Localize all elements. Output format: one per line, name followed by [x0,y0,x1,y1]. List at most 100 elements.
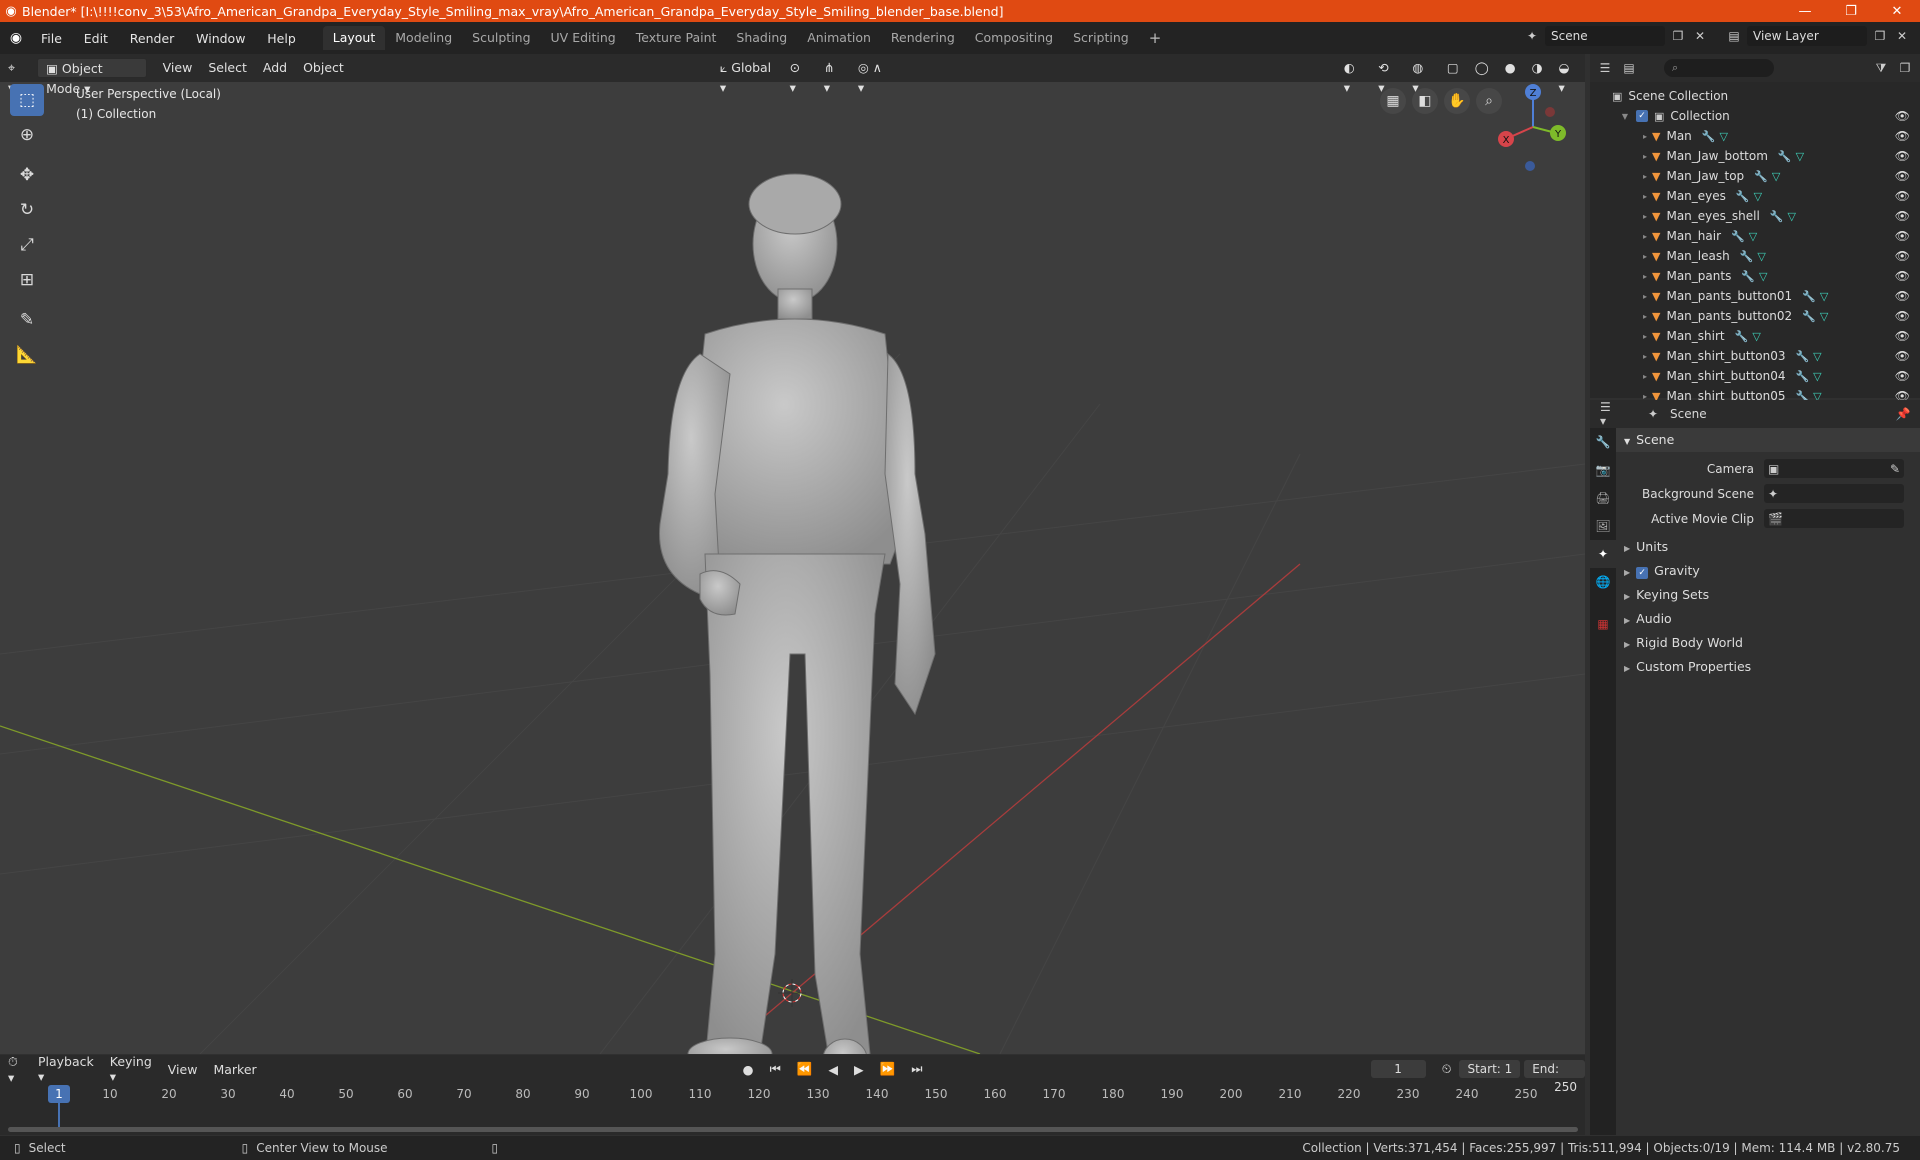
expand-icon[interactable]: ▸ [1638,172,1652,181]
outliner-scene-collection[interactable]: ▣ Scene Collection [1590,86,1920,106]
shading-wireframe-icon[interactable]: ◯ [1467,58,1497,78]
shading-solid-icon[interactable]: ● [1497,58,1524,78]
display-mode-icon[interactable]: ▤ [1620,59,1638,77]
background-scene-field[interactable]: ✦ [1764,484,1904,503]
proportional-edit-icon[interactable]: ◎ ∧ ▾ [850,58,896,95]
outliner-item[interactable]: ▸ ▼ Man_shirt 🔧 ▽ 👁 [1590,326,1920,346]
eye-icon[interactable]: 👁 [1895,149,1910,163]
menu-edit[interactable]: Edit [75,31,117,46]
tool-tab-icon[interactable]: 🔧 [1590,428,1616,456]
current-frame-field[interactable]: 1 [1370,1060,1426,1078]
navigation-gizmo[interactable]: Z X Y [1490,82,1570,172]
menu-help[interactable]: Help [258,31,305,46]
eye-icon[interactable]: 👁 [1895,329,1910,343]
xray-toggle-icon[interactable]: ▢ [1439,58,1467,78]
new-view-layer-icon[interactable]: ❐ [1871,27,1889,45]
eyedropper-icon[interactable]: ✎ [1890,462,1900,476]
outliner-search-input[interactable]: ⌕ [1664,59,1774,77]
custom-properties-panel[interactable]: ▶ Custom Properties [1616,655,1920,679]
maximize-button[interactable]: ❐ [1828,0,1874,22]
outliner-collection[interactable]: ▼ ✓ ▣ Collection 👁 [1590,106,1920,126]
gravity-panel[interactable]: ▶ ✓ Gravity [1616,559,1920,583]
view-layer-field[interactable]: View Layer [1747,26,1867,46]
outliner-item[interactable]: ▸ ▼ Man_eyes_shell 🔧 ▽ 👁 [1590,206,1920,226]
cursor-tool-icon[interactable]: ⊕ [10,119,44,151]
world-tab-icon[interactable]: 🌐 [1590,568,1616,596]
visibility-icon[interactable]: ◐ ▾ [1336,58,1370,95]
outliner-item[interactable]: ▸ ▼ Man_shirt_button04 🔧 ▽ 👁 [1590,366,1920,386]
keying-sets-panel[interactable]: ▶ Keying Sets [1616,583,1920,607]
editor-type-icon[interactable]: ⌖ ▾ [0,58,31,95]
outliner-item[interactable]: ▸ ▼ Man_Jaw_top 🔧 ▽ 👁 [1590,166,1920,186]
rotate-tool-icon[interactable]: ↻ [10,194,44,226]
play-reverse-icon[interactable]: ◀ [820,1062,846,1077]
tab-animation[interactable]: Animation [797,26,881,50]
eye-icon[interactable]: 👁 [1895,309,1910,323]
gravity-checkbox[interactable]: ✓ [1636,567,1649,579]
expand-icon[interactable]: ▸ [1638,212,1652,221]
marker-menu[interactable]: Marker [205,1062,264,1077]
eye-icon[interactable]: 👁 [1895,169,1910,183]
expand-icon[interactable]: ▸ [1638,372,1652,381]
eye-icon[interactable]: 👁 [1895,349,1910,363]
collection-checkbox[interactable]: ✓ [1636,110,1648,122]
object-mode-dropdown[interactable]: ▣ Object Mode ▾ [37,58,147,96]
camera-field[interactable]: ▣ ✎ [1764,459,1904,478]
pivot-point-icon[interactable]: ⊙ ▾ [782,58,816,95]
play-icon[interactable]: ▶ [846,1062,872,1077]
shading-material-icon[interactable]: ◑ [1524,58,1551,78]
tab-rendering[interactable]: Rendering [881,26,965,50]
timeline-scrollbar[interactable] [8,1127,1578,1132]
tab-compositing[interactable]: Compositing [965,26,1063,50]
minimize-button[interactable]: — [1782,0,1828,22]
outliner-item[interactable]: ▸ ▼ Man 🔧 ▽ 👁 [1590,126,1920,146]
eye-icon[interactable]: 👁 [1895,189,1910,203]
outliner-item[interactable]: ▸ ▼ Man_eyes 🔧 ▽ 👁 [1590,186,1920,206]
new-collection-icon[interactable]: ❐ [1896,59,1914,77]
shading-rendered-icon[interactable]: ◒ ▾ [1551,58,1585,95]
eye-icon[interactable]: 👁 [1895,369,1910,383]
viewport-view-menu[interactable]: View [155,58,201,78]
eye-icon[interactable]: 👁 [1895,289,1910,303]
playback-menu[interactable]: Playback ▾ [30,1054,102,1084]
timeline-editor-icon[interactable]: ⏱ ▾ [0,1054,30,1085]
frame-ruler[interactable]: 10 20 30 40 50 60 70 80 90 100 110 120 1… [0,1083,1585,1107]
scene-icon[interactable]: ✦ [1523,27,1541,45]
move-tool-icon[interactable]: ✥ [10,159,44,191]
new-scene-icon[interactable]: ❐ [1669,27,1687,45]
viewport-add-menu[interactable]: Add [255,58,295,78]
outliner-item[interactable]: ▸ ▼ Man_pants_button02 🔧 ▽ 👁 [1590,306,1920,326]
eye-icon[interactable]: 👁 [1895,269,1910,283]
tab-uv-editing[interactable]: UV Editing [541,26,626,50]
tab-texture-paint[interactable]: Texture Paint [626,26,727,50]
record-icon[interactable]: ● [735,1062,762,1077]
outliner-item[interactable]: ▸ ▼ Man_Jaw_bottom 🔧 ▽ 👁 [1590,146,1920,166]
outliner-item[interactable]: ▸ ▼ Man_leash 🔧 ▽ 👁 [1590,246,1920,266]
keying-menu[interactable]: Keying ▾ [102,1054,160,1084]
menu-render[interactable]: Render [121,31,184,46]
expand-icon[interactable]: ▸ [1638,272,1652,281]
output-tab-icon[interactable]: 🖨 [1590,484,1616,512]
pan-hand-icon[interactable]: ✋ [1444,88,1470,114]
scene-name-field[interactable]: Scene [1545,26,1665,46]
viewport-select-menu[interactable]: Select [200,58,255,78]
outliner-item[interactable]: ▸ ▼ Man_pants 🔧 ▽ 👁 [1590,266,1920,286]
jump-keyframe-forward-icon[interactable]: ⏩ [872,1061,904,1077]
eye-icon[interactable]: 👁 [1895,229,1910,243]
transform-orientation-dropdown[interactable]: ⟀ Global ▾ [712,58,782,95]
camera-view-icon[interactable]: ◧ [1412,88,1438,114]
expand-icon[interactable]: ▸ [1638,332,1652,341]
playhead-indicator[interactable]: 1 [48,1085,70,1103]
delete-scene-icon[interactable]: ✕ [1691,27,1709,45]
jump-end-icon[interactable]: ⏭ [903,1061,930,1077]
units-panel[interactable]: ▶ Units [1616,535,1920,559]
tab-scripting[interactable]: Scripting [1063,26,1139,50]
toggle-grid-icon[interactable]: ▦ [1380,88,1406,114]
select-box-tool-icon[interactable]: ⬚ [10,84,44,116]
outliner-item[interactable]: ▸ ▼ Man_shirt_button03 🔧 ▽ 👁 [1590,346,1920,366]
tab-layout[interactable]: Layout [322,26,386,50]
expand-icon[interactable]: ▸ [1638,192,1652,201]
eye-icon[interactable]: 👁 [1895,209,1910,223]
render-tab-icon[interactable]: 📷 [1590,456,1616,484]
expand-icon[interactable]: ▸ [1638,312,1652,321]
